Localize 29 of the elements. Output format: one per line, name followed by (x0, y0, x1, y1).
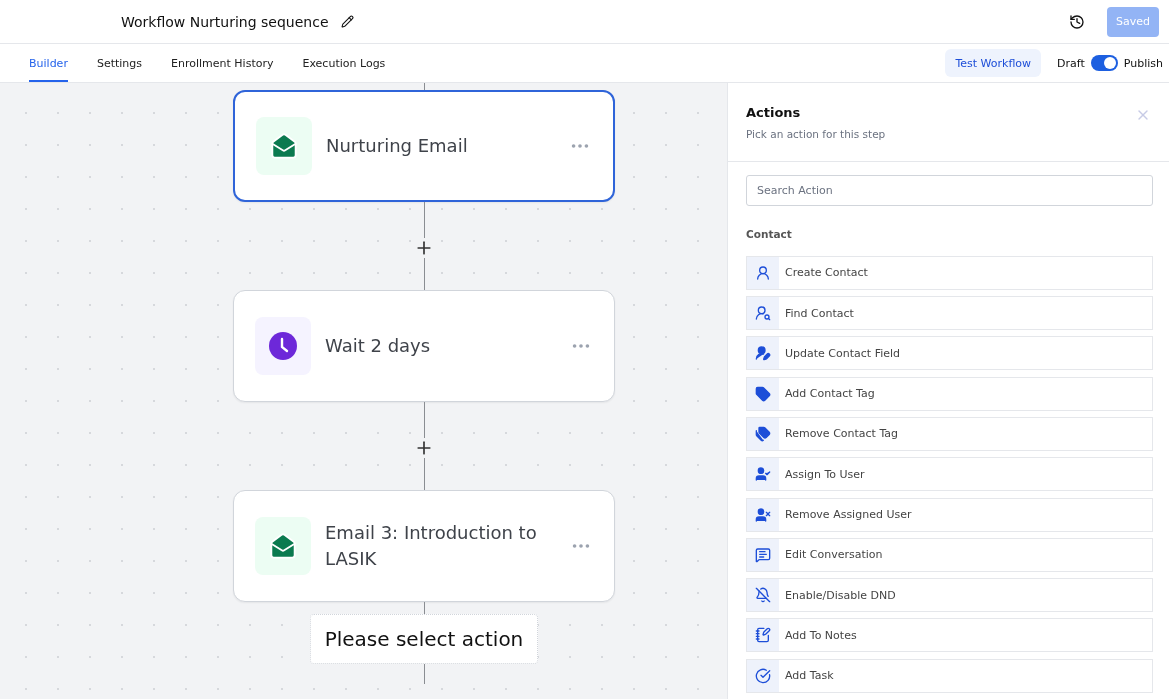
panel-subtitle: Pick an action for this step (746, 128, 887, 140)
section-heading: Contact (746, 227, 793, 240)
node-title: Wait 2 days (325, 334, 432, 358)
action-item[interactable]: Assign To User (746, 457, 1153, 492)
action-item[interactable]: Remove Assigned User (746, 497, 1153, 532)
action-item[interactable]: Add Task (746, 658, 1153, 693)
select-action-placeholder[interactable]: Please select action (309, 614, 539, 664)
test-workflow-button[interactable]: Test Workflow (945, 49, 1042, 77)
tab[interactable]: Enrollment History (171, 44, 274, 82)
workflow-node[interactable]: Nurturing Email (233, 90, 615, 202)
workflow-title: Workflow Nurturing sequence (121, 13, 329, 30)
publish-label: Publish (1123, 56, 1163, 70)
node-title: Email 3: Introduction to LASIK (325, 521, 538, 571)
action-item[interactable]: Create Contact (746, 255, 1153, 290)
action-item[interactable]: Enable/Disable DND (746, 578, 1153, 613)
action-item[interactable]: Find Contact (746, 296, 1153, 331)
action-item[interactable]: Add To Notes (746, 618, 1153, 653)
tab[interactable]: Settings (96, 44, 143, 82)
action-item[interactable]: Add Contact Tag (746, 376, 1153, 411)
workflow-node[interactable]: Email 3: Introduction to LASIK (233, 490, 615, 602)
tab[interactable]: Execution Logs (302, 44, 386, 82)
workflow-node[interactable]: Wait 2 days (233, 290, 615, 402)
draft-label: Draft (1057, 56, 1085, 70)
action-item[interactable]: Edit Conversation (746, 537, 1153, 572)
search-field[interactable]: Search Action (746, 174, 1153, 206)
action-item[interactable]: Remove Contact Tag (746, 416, 1153, 451)
node-title: Nurturing Email (326, 134, 469, 158)
action-item[interactable]: Update Contact Field (746, 336, 1153, 371)
panel-title: Actions (746, 105, 802, 120)
